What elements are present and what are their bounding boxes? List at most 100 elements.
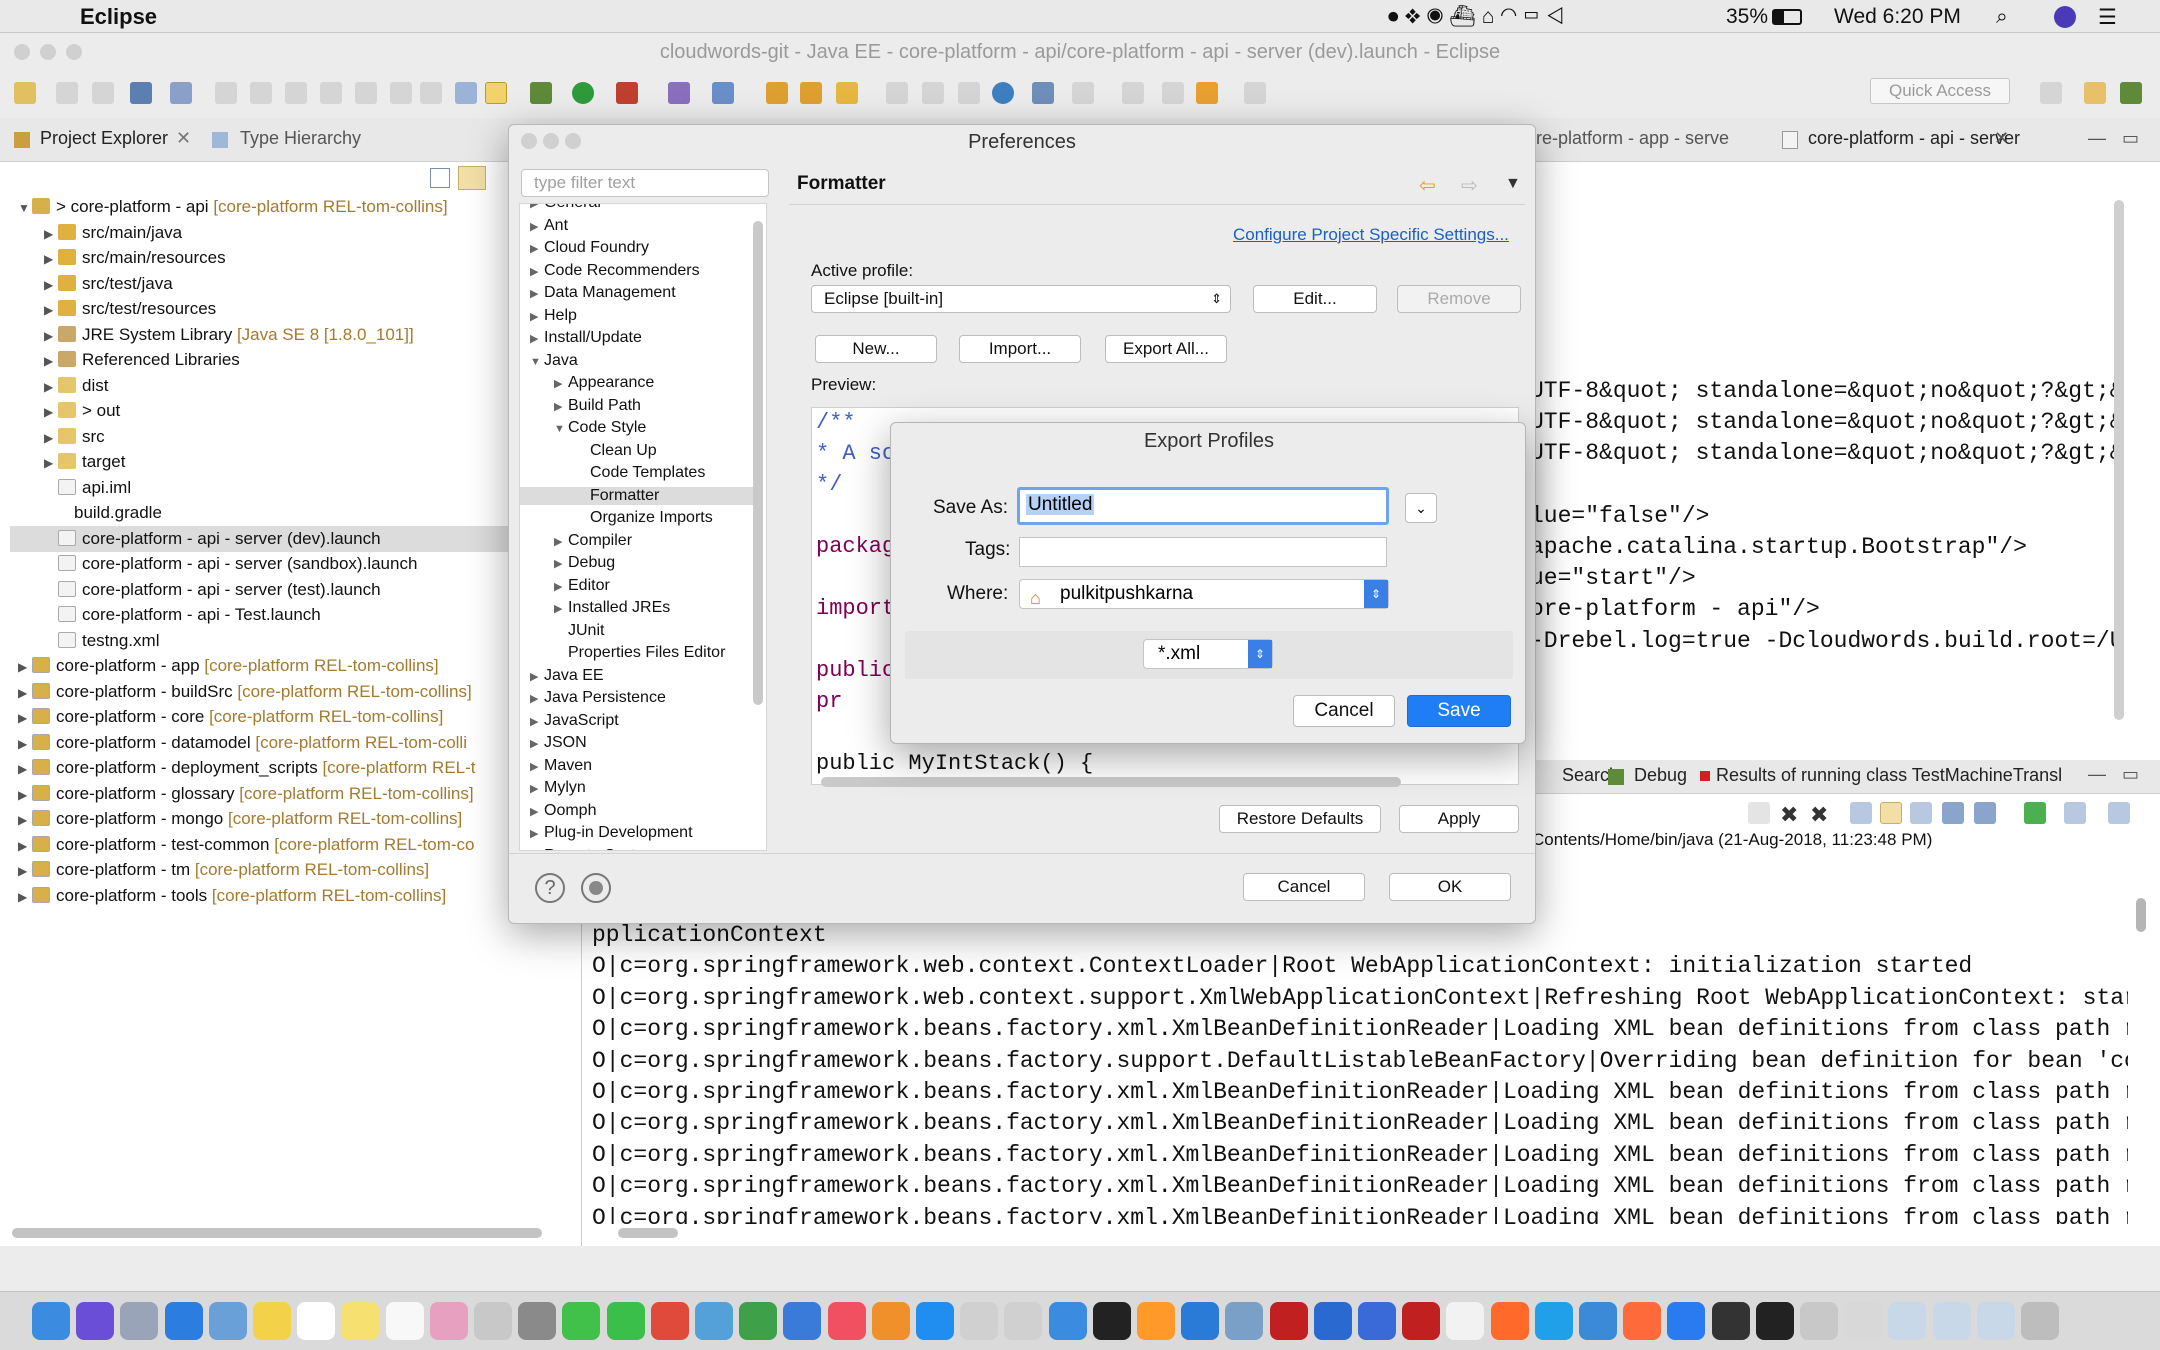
next-annotation-icon[interactable] — [1072, 82, 1094, 104]
close-editor-tab-icon[interactable]: ✕ — [1994, 128, 2009, 149]
dock-messages-icon[interactable] — [562, 1302, 601, 1340]
open-type-icon[interactable] — [766, 82, 788, 104]
dock-finder-icon[interactable] — [32, 1302, 70, 1340]
where-select[interactable]: ⌂ pulkitpushkarna ⇕ — [1019, 579, 1389, 609]
prefs-tree-item[interactable]: ▶ Oomph — [530, 802, 596, 820]
spotlight-icon[interactable]: ⌕ — [1996, 5, 2008, 29]
prefs-tree-item[interactable]: ▶ Install/Update — [530, 329, 642, 347]
expand-toggle-icon[interactable]: ▶ — [44, 374, 58, 400]
tree-item[interactable]: ▶ core-platform - buildSrc [core-platform… — [0, 679, 472, 705]
prefs-tree-item[interactable]: ▶Remote Systems — [530, 847, 666, 851]
tab-app-server[interactable]: re-platform - app - serve — [1536, 128, 1729, 149]
dock-sublime-icon[interactable] — [1137, 1302, 1175, 1340]
clock[interactable]: Wed 6:20 PM — [1834, 5, 1961, 29]
expand-toggle-icon[interactable]: ▶ — [44, 246, 58, 272]
tree-item[interactable]: core-platform - api - server (sandbox).l… — [0, 551, 417, 577]
dock-maps-icon[interactable] — [695, 1302, 733, 1340]
new-profile-button[interactable]: New... — [815, 335, 937, 363]
dock-folder-2-icon[interactable] — [1932, 1302, 1971, 1340]
show-on-output-icon[interactable] — [1942, 802, 1964, 824]
back-icon[interactable] — [1196, 82, 1218, 104]
expand-toggle-icon[interactable]: ▶ — [18, 884, 32, 910]
dock-help-icon[interactable] — [960, 1302, 999, 1340]
minimize-icon[interactable]: — — [2088, 128, 2106, 149]
dock-text-edit-icon[interactable] — [1446, 1302, 1485, 1340]
tree-item[interactable]: ▶ core-platform - tools [core-platform RE… — [0, 883, 446, 909]
dock-help-2-icon[interactable] — [1004, 1302, 1043, 1340]
battery-icon[interactable] — [1772, 9, 1802, 25]
scroll-lock-icon[interactable] — [1880, 802, 1902, 824]
prefs-tree-item[interactable]: ▶ Code Recommenders — [530, 262, 700, 280]
tree-item[interactable]: ▶ Referenced Libraries — [0, 347, 240, 373]
edit-button[interactable]: Edit... — [1253, 285, 1377, 313]
battery-percent[interactable]: 35% — [1726, 5, 1768, 29]
dock-system-preferences-icon[interactable] — [518, 1302, 557, 1340]
step-return-icon[interactable] — [420, 82, 442, 104]
clear-console-icon[interactable] — [1850, 802, 1872, 824]
disconnect-icon[interactable] — [320, 82, 342, 104]
console-horizontal-scrollbar[interactable] — [618, 1228, 678, 1238]
prefs-tree-item[interactable]: ▼ Java — [530, 352, 578, 370]
prefs-tree-item[interactable]: Code Templates — [590, 464, 705, 482]
forward-icon[interactable] — [1244, 82, 1266, 104]
dock-reminders-icon[interactable] — [385, 1302, 424, 1340]
expand-toggle-icon[interactable]: ▶ — [44, 348, 58, 374]
dock-acrobat-icon[interactable] — [1269, 1302, 1308, 1340]
step-over-icon[interactable] — [390, 82, 412, 104]
editor-code[interactable]: UTF-8&quot; standalone=&quot;no&quot;?&g… — [1530, 378, 2116, 668]
debug-icon[interactable] — [530, 82, 552, 104]
prefs-tree-item[interactable]: JUnit — [554, 622, 604, 640]
prefs-tree-scrollbar[interactable] — [753, 221, 763, 705]
dock-terminal-icon[interactable] — [1092, 1302, 1131, 1340]
prefs-tree-item[interactable]: Organize Imports — [590, 509, 713, 527]
console-maximize-icon[interactable]: ▭ — [2122, 764, 2139, 785]
step-into-icon[interactable] — [355, 82, 377, 104]
prefs-filter-input[interactable]: type filter text — [521, 169, 769, 197]
dock-iterm-icon[interactable] — [1711, 1302, 1750, 1340]
tree-item[interactable]: ▶ src/test/java — [0, 271, 173, 297]
expand-toggle-icon[interactable]: ▶ — [44, 272, 58, 298]
search-icon[interactable] — [836, 82, 858, 104]
expand-toggle-icon[interactable]: ▶ — [18, 833, 32, 859]
page-menu-icon[interactable]: ▼ — [1505, 175, 1521, 193]
dock-documents-icon[interactable] — [1844, 1302, 1883, 1340]
tree-item[interactable]: ▶ JRE System Library [Java SE 8 [1.8.0_10… — [0, 322, 414, 348]
dock-chrome-icon[interactable] — [650, 1302, 689, 1340]
quick-access-input[interactable]: Quick Access — [1870, 78, 2010, 104]
new-java-class-icon[interactable] — [712, 82, 734, 104]
tree-item[interactable]: ▶ src/main/resources — [0, 245, 226, 271]
tree-item[interactable]: ▶ src/main/java — [0, 220, 182, 246]
prefs-tree-item[interactable]: Clean Up — [590, 442, 657, 460]
expand-toggle-icon[interactable]: ▶ — [44, 425, 58, 451]
dock-activity-monitor-icon[interactable] — [1225, 1302, 1264, 1340]
dock-notes-2-icon[interactable] — [341, 1302, 380, 1340]
dock-facetime-icon[interactable] — [606, 1302, 645, 1340]
prefs-tree-item[interactable]: ▶ Java EE — [530, 667, 604, 685]
dock-preview-icon[interactable] — [208, 1302, 247, 1340]
dock-books-icon[interactable] — [871, 1302, 910, 1340]
apply-button[interactable]: Apply — [1399, 805, 1519, 833]
terminal-icon[interactable] — [130, 82, 152, 104]
expand-toggle-icon[interactable]: ▶ — [18, 807, 32, 833]
tree-item[interactable]: ▶ core-platform - tm [core-platform REL-t… — [0, 857, 429, 883]
console-minimize-icon[interactable]: — — [2088, 764, 2106, 785]
expand-toggle-icon[interactable]: ▶ — [18, 756, 32, 782]
dock-siri-icon[interactable] — [76, 1302, 115, 1340]
prefs-tree-item[interactable]: ▶ Plug-in Development — [530, 824, 693, 842]
prefs-tree-item[interactable]: ▶ Data Management — [530, 284, 676, 302]
tree-item[interactable]: ▶ core-platform - mongo [core-platform RE… — [0, 806, 462, 832]
import-button[interactable]: Import... — [959, 335, 1081, 363]
notification-center-icon[interactable]: ☰ — [2098, 5, 2117, 30]
export-save-button[interactable]: Save — [1407, 695, 1511, 727]
prefs-cancel-button[interactable]: Cancel — [1243, 873, 1365, 901]
dock-app-store-icon[interactable] — [916, 1302, 954, 1340]
collapse-all-icon[interactable] — [430, 168, 450, 188]
dock-zoom-icon[interactable] — [1667, 1302, 1706, 1340]
skip-breakpoints-icon[interactable] — [170, 82, 192, 104]
pin-console-icon[interactable] — [2024, 802, 2046, 824]
dock-acrobat-2-icon[interactable] — [1402, 1302, 1441, 1340]
tab-type-hierarchy[interactable]: Type Hierarchy — [240, 128, 361, 149]
tree-item[interactable]: ▶ core-platform - glossary [core-platform… — [0, 781, 474, 807]
status-icons[interactable]: ⏺ ❖ ◉ ⛴ ⌂ ◠ ▭ ◁ — [1388, 5, 1564, 29]
prefs-tree-item[interactable]: ▶ Ant — [530, 217, 568, 235]
